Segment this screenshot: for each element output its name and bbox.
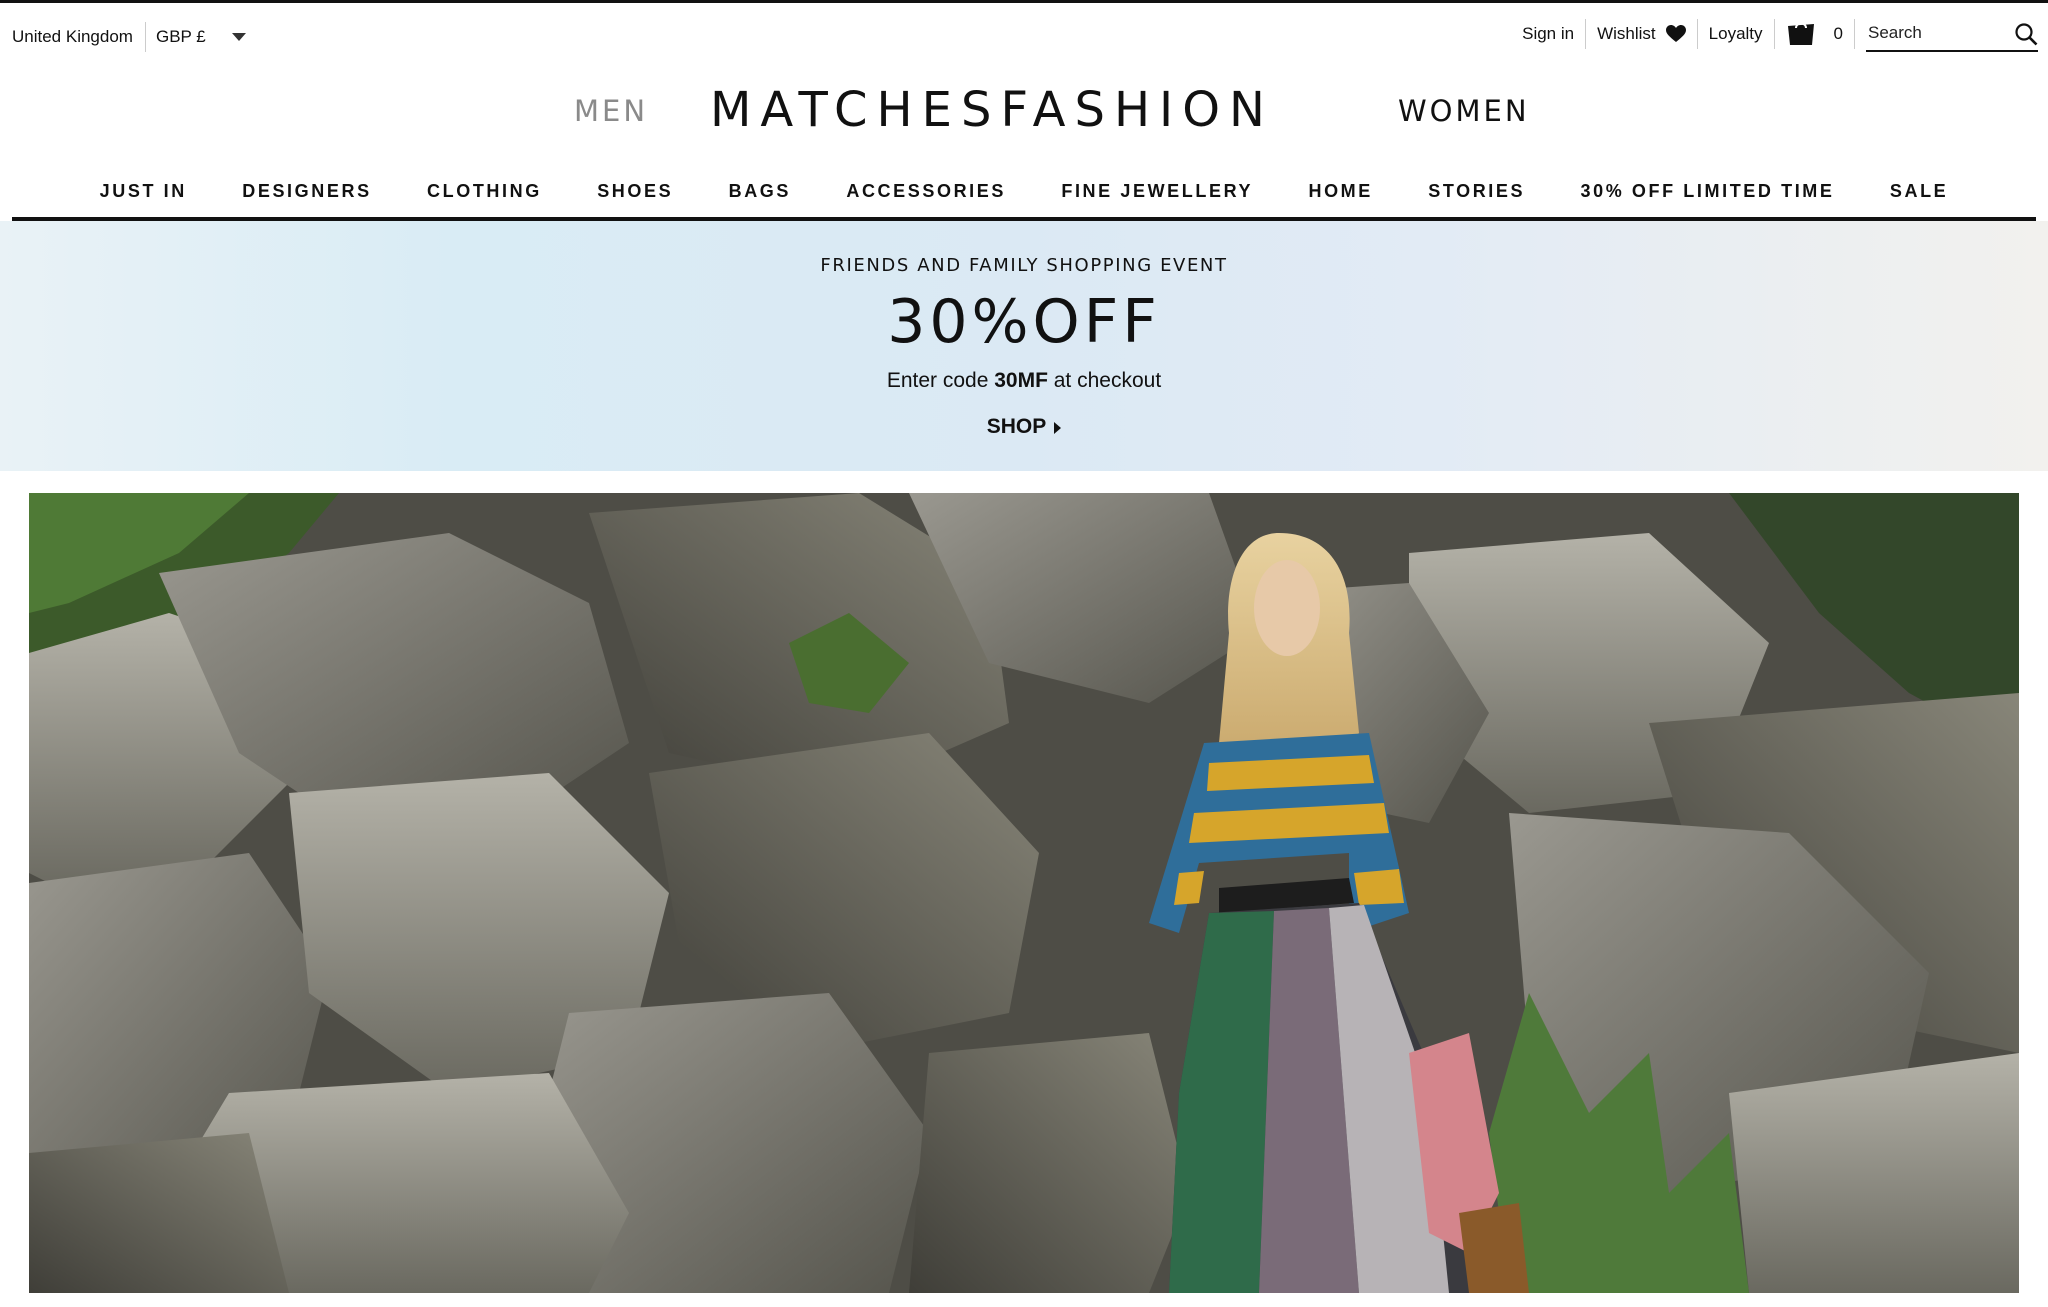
arrow-right-icon bbox=[1054, 421, 1062, 434]
logo-row: MEN MATCHESFASHION WOMEN bbox=[0, 72, 2048, 142]
hero-image[interactable] bbox=[29, 493, 2019, 1293]
wishlist-label: Wishlist bbox=[1597, 24, 1656, 43]
search-icon[interactable] bbox=[2014, 22, 2038, 46]
account-links: Sign in Wishlist Loyalty 0 Search bbox=[1511, 16, 2038, 52]
currency-selector[interactable]: GBP £ bbox=[146, 27, 246, 47]
shop-label: SHOP bbox=[986, 415, 1047, 438]
promo-code-text: Enter code 30MF at checkout bbox=[0, 369, 2048, 393]
promo-code: 30MF bbox=[994, 369, 1048, 392]
locale-selector: United Kingdom GBP £ bbox=[12, 22, 246, 52]
site-logo[interactable]: MATCHESFASHION bbox=[710, 82, 1274, 138]
nav-item-just-in[interactable]: JUST IN bbox=[100, 181, 187, 202]
promo-banner[interactable]: FRIENDS AND FAMILY SHOPPING EVENT 30%OFF… bbox=[0, 221, 2048, 471]
men-link[interactable]: MEN bbox=[574, 94, 648, 128]
promo-code-prefix: Enter code bbox=[886, 369, 995, 392]
divider bbox=[1854, 19, 1855, 49]
promo-headline: 30%OFF bbox=[887, 287, 1161, 357]
currency-label: GBP £ bbox=[155, 27, 206, 46]
loyalty-link[interactable]: Loyalty bbox=[1698, 18, 1774, 50]
search-placeholder: Search bbox=[1868, 23, 1922, 42]
wishlist-link[interactable]: Wishlist bbox=[1586, 18, 1697, 50]
nav-item-designers[interactable]: DESIGNERS bbox=[242, 181, 371, 202]
nav-item-limited-offer[interactable]: 30% OFF LIMITED TIME bbox=[1580, 181, 1834, 202]
nav-item-accessories[interactable]: ACCESSORIES bbox=[846, 181, 1006, 202]
hero-photo bbox=[29, 493, 2019, 1293]
nav-item-shoes[interactable]: SHOES bbox=[597, 181, 673, 202]
chevron-down-icon[interactable] bbox=[231, 33, 246, 41]
nav-item-fine-jewellery[interactable]: FINE JEWELLERY bbox=[1061, 181, 1253, 202]
promo-kicker: FRIENDS AND FAMILY SHOPPING EVENT bbox=[820, 255, 1228, 276]
shopping-bag-button[interactable]: 0 bbox=[1775, 18, 1854, 50]
heart-icon bbox=[1665, 25, 1686, 42]
women-link[interactable]: WOMEN bbox=[1398, 94, 1530, 128]
nav-item-stories[interactable]: STORIES bbox=[1428, 181, 1525, 202]
utility-bar: United Kingdom GBP £ Sign in Wishlist Lo… bbox=[0, 3, 2048, 65]
promo-code-suffix: at checkout bbox=[1047, 369, 1162, 392]
search-input[interactable]: Search bbox=[1866, 16, 2038, 52]
nav-item-bags[interactable]: BAGS bbox=[729, 181, 791, 202]
main-nav: JUST IN DESIGNERS CLOTHING SHOES BAGS AC… bbox=[12, 165, 2036, 221]
nav-item-home[interactable]: HOME bbox=[1308, 181, 1372, 202]
nav-item-clothing[interactable]: CLOTHING bbox=[427, 181, 542, 202]
bag-count: 0 bbox=[1833, 24, 1843, 43]
shop-button[interactable]: SHOP bbox=[0, 415, 2048, 439]
sign-in-link[interactable]: Sign in bbox=[1511, 18, 1585, 50]
nav-item-sale[interactable]: SALE bbox=[1890, 181, 1948, 202]
country-selector[interactable]: United Kingdom bbox=[12, 27, 145, 47]
shopping-bag-icon bbox=[1787, 22, 1814, 45]
